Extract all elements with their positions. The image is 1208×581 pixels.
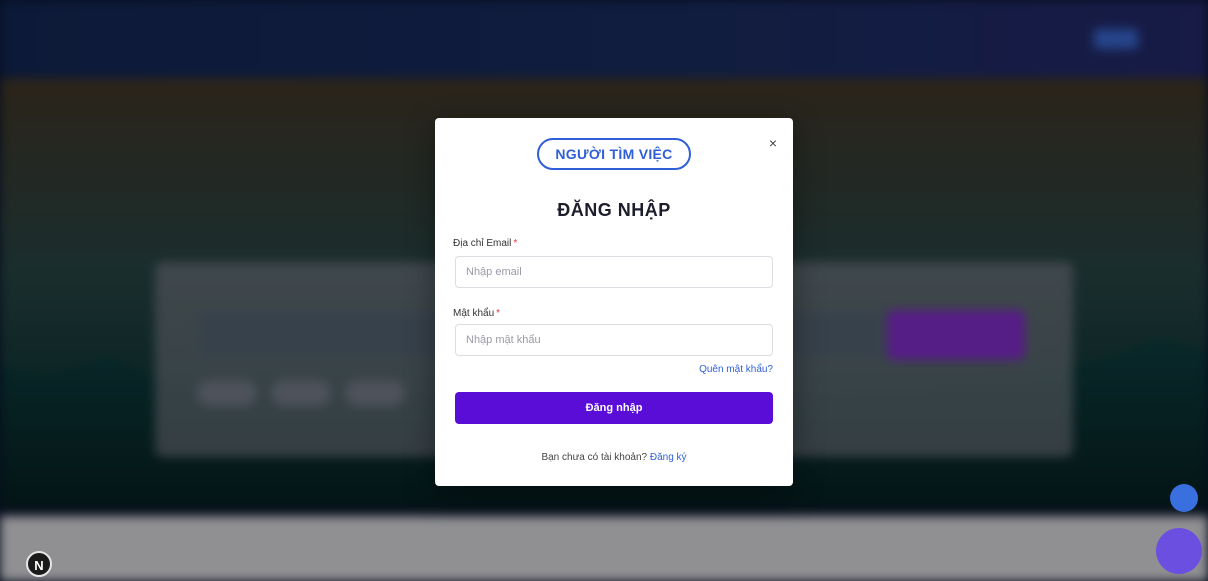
email-label: Địa chỉ Email * — [453, 238, 517, 249]
login-button[interactable]: Đăng nhập — [455, 392, 773, 424]
signup-prompt: Bạn chưa có tài khoản? Đăng ký — [435, 452, 793, 463]
signup-link[interactable]: Đăng ký — [650, 452, 687, 463]
chat-button[interactable] — [1156, 528, 1202, 574]
required-mark: * — [513, 238, 518, 249]
required-mark: * — [496, 308, 501, 319]
modal-title: ĐĂNG NHẬP — [557, 200, 671, 220]
login-modal: × NGƯỜI TÌM VIỆC ĐĂNG NHẬP Địa chỉ Email… — [435, 118, 793, 486]
email-label-text: Địa chỉ Email — [453, 238, 512, 249]
password-input[interactable] — [455, 324, 773, 356]
close-icon[interactable]: × — [769, 136, 777, 150]
forgot-password-link[interactable]: Quên mật khẩu? — [699, 364, 773, 375]
no-account-text: Bạn chưa có tài khoản? — [541, 452, 648, 463]
corner-badge[interactable]: N — [26, 551, 52, 577]
password-label-text: Mật khẩu — [453, 308, 495, 319]
email-input[interactable] — [455, 256, 773, 288]
role-badge: NGƯỜI TÌM VIỆC — [537, 138, 691, 170]
scroll-top-button[interactable] — [1170, 484, 1198, 512]
password-label: Mật khẩu * — [453, 308, 500, 319]
